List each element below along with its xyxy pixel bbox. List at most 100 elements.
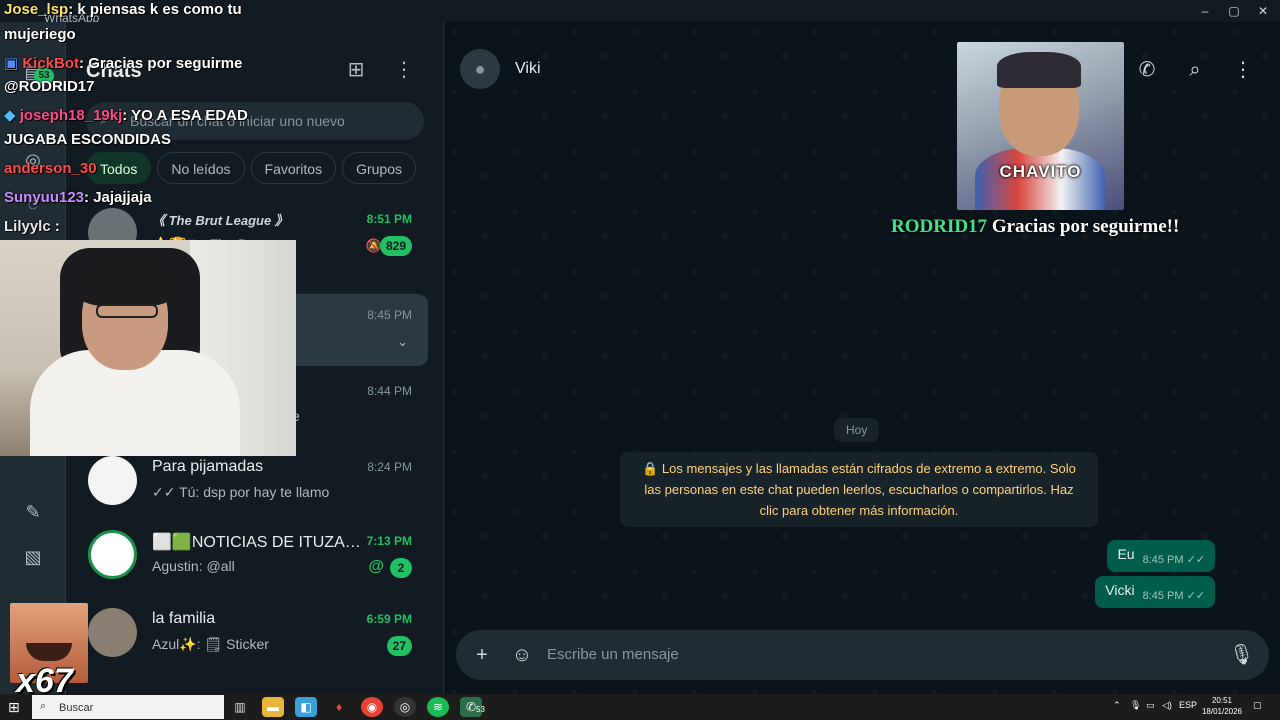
- glasses: [96, 304, 158, 318]
- filter-chips: Todos No leídos Favoritos Grupos: [86, 152, 422, 184]
- stream-chat-line: Sunyuu123: Jajajjaja: [4, 189, 152, 206]
- follower-alert-text: RODRID17 Gracias por seguirme!!: [891, 216, 1179, 238]
- clock-date: 18/01/2026: [1201, 707, 1243, 716]
- maximize-button[interactable]: ▢: [1219, 2, 1249, 20]
- stream-chat-line: Jose_lsp: k piensas k es como tu: [4, 1, 242, 18]
- network-icon[interactable]: ▭: [1146, 700, 1155, 711]
- chat-name: 《 The Brut League 》: [152, 213, 288, 228]
- chat-username: KickBot: [22, 55, 80, 72]
- chat-text: : Gracias por seguirme: [79, 55, 243, 72]
- mention-icon: @: [368, 558, 384, 575]
- minimize-button[interactable]: ‒: [1190, 2, 1220, 20]
- contact-name[interactable]: Viki: [515, 60, 541, 78]
- unread-badge: 2: [390, 558, 412, 578]
- chat-time: 6:59 PM: [366, 612, 412, 626]
- app-icon[interactable]: ♦: [328, 697, 350, 717]
- chat-text: @RODRID17: [4, 78, 95, 95]
- search-icon: ⌕: [40, 700, 47, 712]
- chat-preview: Agustin: @all: [152, 558, 235, 574]
- stream-chat-line: @RODRID17: [4, 78, 94, 95]
- chat-username: joseph18_19kj: [19, 107, 123, 124]
- avatar: [88, 456, 137, 505]
- spotify-icon[interactable]: ≋: [427, 697, 449, 717]
- stream-chat-line: mujeriego: [4, 26, 76, 43]
- outgoing-message[interactable]: Eu 8:45 PM ✓✓: [1107, 540, 1215, 572]
- chrome-icon[interactable]: ◉: [361, 697, 383, 717]
- message-composer: + ☺ Escribe un mensaje 🎙: [456, 630, 1269, 680]
- streamer-hair: [74, 254, 178, 306]
- chat-name: la familia: [152, 610, 216, 627]
- language-indicator[interactable]: ESP: [1179, 700, 1197, 710]
- club-logo-avatar: [88, 530, 137, 579]
- alert-username: RODRID17: [891, 216, 988, 237]
- chat-text: mujeriego: [4, 26, 76, 43]
- outgoing-message[interactable]: Vicki 8:45 PM ✓✓: [1095, 576, 1215, 608]
- chat-time: 8:24 PM: [367, 460, 412, 474]
- clock-time: 20:51: [1211, 696, 1233, 705]
- alert-hair: [997, 52, 1081, 88]
- store-icon[interactable]: ◧: [295, 697, 317, 717]
- chat-row-noticias-ituzaingo[interactable]: ⬜🟩NOTICIAS DE ITUZAI... 7:13 PM Agustin:…: [66, 520, 443, 592]
- day-separator: Hoy: [834, 418, 880, 442]
- windows-start-icon[interactable]: ⊞: [8, 699, 20, 716]
- badge-icon: ▣: [4, 55, 23, 72]
- microphone-icon[interactable]: 🎙: [1229, 643, 1254, 667]
- chevron-down-icon[interactable]: ⌄: [397, 334, 408, 350]
- media-icon[interactable]: ▧: [21, 545, 45, 569]
- stream-chat-line: JUGABA ESCONDIDAS: [4, 131, 171, 148]
- encryption-notice[interactable]: 🔒 Los mensajes y las llamadas están cifr…: [620, 452, 1098, 527]
- message-text: Eu: [1117, 546, 1135, 562]
- message-time: 8:45 PM: [1142, 590, 1184, 602]
- chat-username: anderson_30: [4, 160, 97, 177]
- unread-badge: 829: [379, 236, 412, 256]
- filter-unread[interactable]: No leídos: [157, 152, 245, 184]
- chat-name: Para pijamadas: [152, 458, 264, 475]
- stream-chat-line: ◆ joseph18_19kj: YO A ESA EDAD: [4, 106, 248, 124]
- whatsapp-taskbar-badge: 53: [476, 705, 485, 714]
- whatsapp-desktop-window: WhatsApp ‒ ▢ ✕ ▤ 53 ◎ ◌ ✎ ▧ Chats ⊞ ⋮ ⌕ …: [0, 0, 1280, 720]
- system-clock[interactable]: 20:51 18/01/2026: [1200, 695, 1244, 717]
- avatar: [88, 608, 137, 657]
- unread-badge: 27: [386, 636, 412, 656]
- windows-taskbar: ⊞ ⌕ Buscar ▥ ▬ ◧ ♦ ◉ ◎ ≋ ✆ ⌃ 🎙 ▭ ◁) ESP …: [0, 694, 1280, 720]
- message-input[interactable]: Escribe un mensaje: [547, 646, 679, 663]
- stream-chat-line: anderson_30: [4, 160, 97, 177]
- file-explorer-icon[interactable]: ▬: [262, 697, 284, 717]
- filter-groups[interactable]: Grupos: [342, 152, 417, 184]
- new-chat-icon[interactable]: ⊞: [344, 58, 368, 82]
- task-view-icon[interactable]: ▥: [229, 697, 251, 717]
- chat-preview: Azul✨: 🗒 Sticker: [152, 636, 269, 652]
- volume-icon[interactable]: ◁): [1162, 700, 1172, 711]
- chat-text: JUGABA ESCONDIDAS: [4, 131, 171, 148]
- conversation-header: ● Viki ✆ ⌕ ⋮: [445, 22, 1280, 118]
- conversation-pane: ● Viki ✆ ⌕ ⋮ Hoy 🔒 Los mensajes y las ll…: [445, 22, 1280, 694]
- chat-text: : YO A ESA EDAD: [122, 107, 248, 124]
- obs-icon[interactable]: ◎: [394, 697, 416, 717]
- emoji-sticker-icon[interactable]: ☺: [510, 643, 534, 667]
- contact-avatar-icon[interactable]: ●: [460, 49, 500, 89]
- chat-time: 8:51 PM: [366, 212, 412, 226]
- chat-time: 7:13 PM: [366, 534, 412, 548]
- chat-username: Jose_lsp: [4, 1, 69, 18]
- read-receipt-icon: ✓✓: [1186, 590, 1205, 602]
- taskbar-search[interactable]: ⌕ Buscar: [32, 695, 224, 719]
- edit-icon[interactable]: ✎: [21, 500, 45, 524]
- search-icon[interactable]: ⌕: [1183, 58, 1207, 82]
- chat-row-para-pijamadas[interactable]: Para pijamadas 8:24 PM ✓✓ Tú: dsp por ha…: [66, 446, 443, 518]
- stream-chat-line: Lilyylc :: [4, 218, 60, 235]
- filter-favorites[interactable]: Favoritos: [250, 152, 337, 184]
- chat-row-la-familia[interactable]: la familia 6:59 PM Azul✨: 🗒 Sticker 27: [66, 598, 443, 670]
- close-button[interactable]: ✕: [1248, 2, 1278, 20]
- attach-plus-icon[interactable]: +: [470, 643, 494, 667]
- call-icon[interactable]: ✆: [1135, 58, 1159, 82]
- microphone-icon[interactable]: 🎙: [1130, 700, 1141, 711]
- chat-name: ⬜🟩NOTICIAS DE ITUZAI...: [152, 534, 362, 551]
- chat-time: 8:44 PM: [367, 384, 412, 398]
- notifications-icon[interactable]: ▢: [1253, 700, 1262, 711]
- chat-username: Lilyylc: [4, 218, 51, 235]
- message-time: 8:45 PM: [1142, 554, 1184, 566]
- chat-preview: e: [292, 408, 443, 424]
- tray-chevron-icon[interactable]: ⌃: [1113, 700, 1121, 711]
- menu-icon[interactable]: ⋮: [392, 58, 416, 82]
- menu-icon[interactable]: ⋮: [1231, 58, 1255, 82]
